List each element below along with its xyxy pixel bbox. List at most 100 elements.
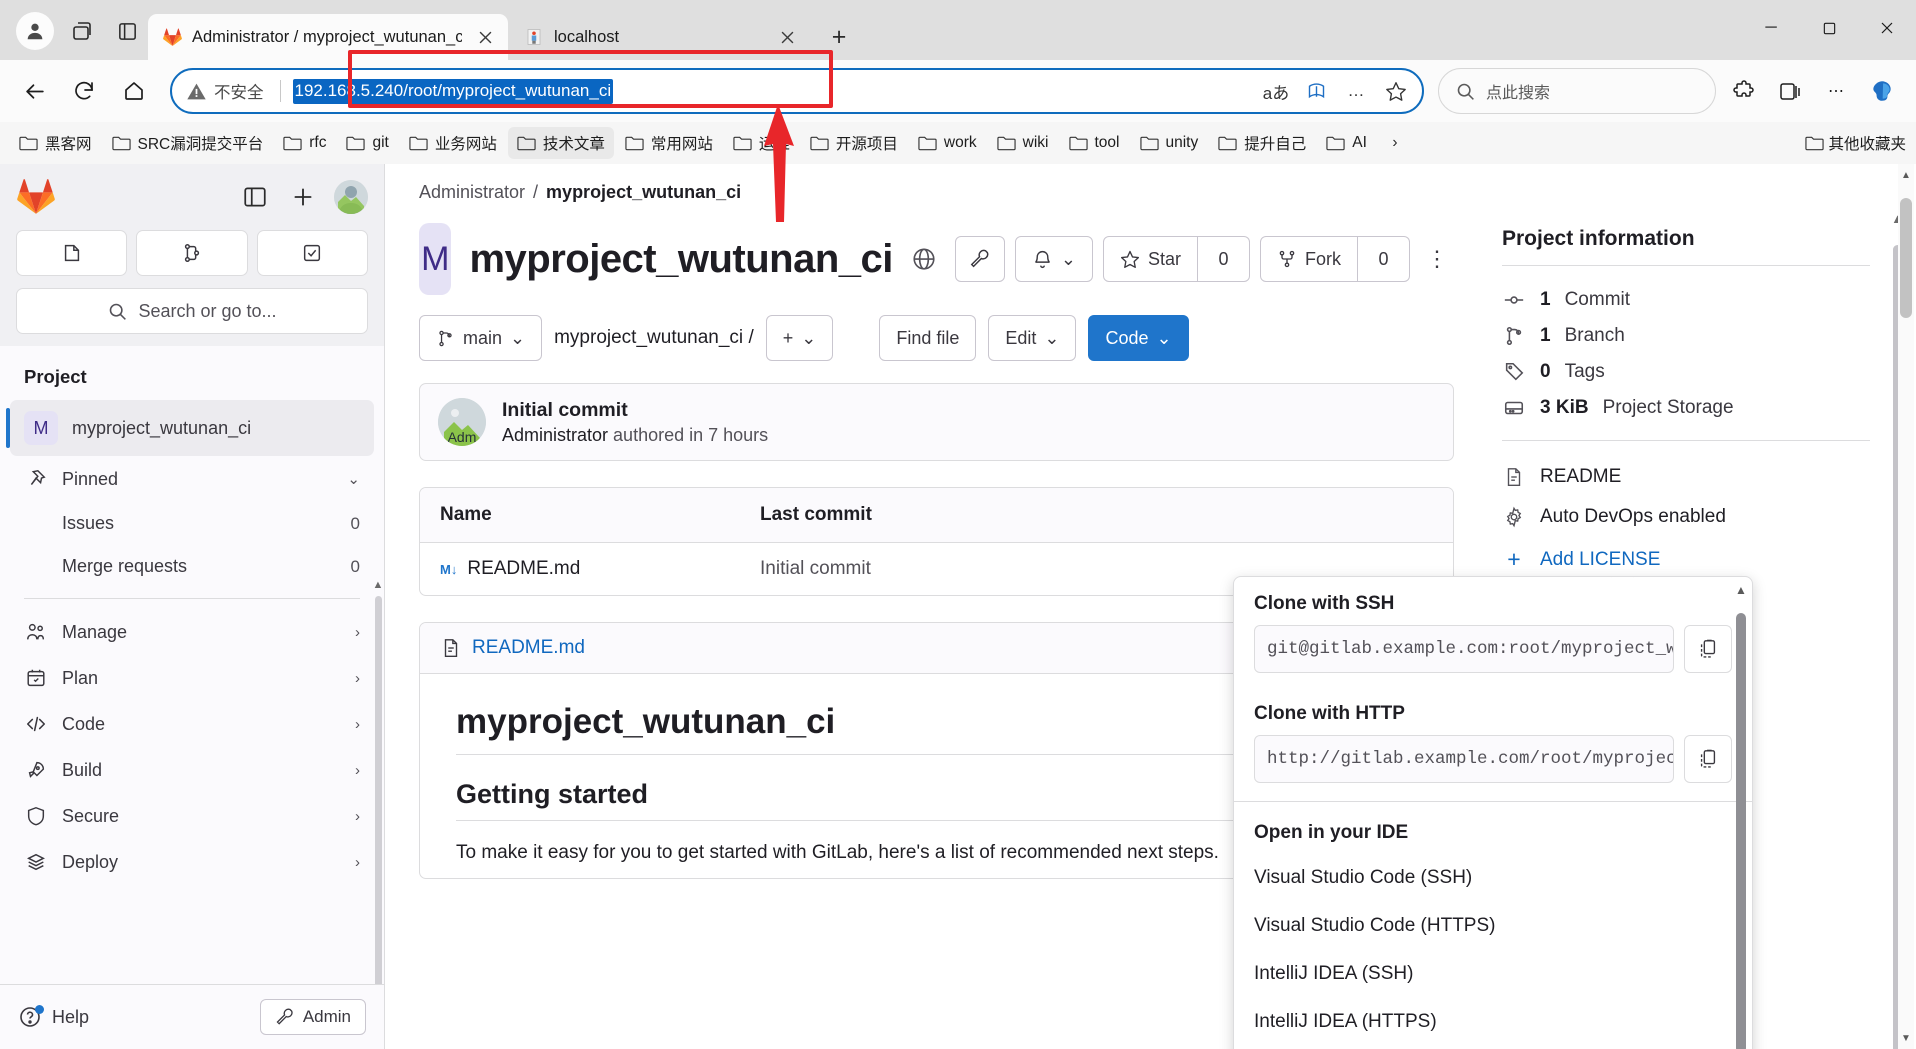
issues-quick-button[interactable]: [16, 230, 128, 276]
admin-button[interactable]: Admin: [259, 999, 366, 1035]
ide-item-intellij-https[interactable]: IntelliJ IDEA (HTTPS): [1234, 998, 1752, 1046]
sidebar-item-merge-requests[interactable]: Merge requests 0: [10, 545, 374, 588]
sidebar-scrollbar-thumb[interactable]: [375, 596, 382, 984]
search-bar[interactable]: 点此搜索: [1438, 68, 1716, 114]
bookmark-item[interactable]: work: [909, 129, 986, 157]
bookmark-item[interactable]: 业务网站: [400, 127, 506, 159]
copy-http-url-button[interactable]: [1684, 735, 1732, 783]
sidebar-item-pinned[interactable]: Pinned ⌄: [10, 456, 374, 502]
bookmark-item[interactable]: 开源项目: [801, 127, 907, 159]
security-indicator[interactable]: 不安全: [186, 79, 274, 103]
stat-tags[interactable]: 0 Tags: [1502, 354, 1870, 390]
code-menu-scrollbar-thumb[interactable]: [1736, 613, 1746, 1049]
sidebar-item-manage[interactable]: Manage ›: [10, 609, 374, 655]
create-new-plus-icon[interactable]: [286, 180, 320, 214]
fork-count[interactable]: 0: [1358, 236, 1410, 282]
immersive-reader-icon[interactable]: [1298, 73, 1334, 109]
link-auto-devops[interactable]: Auto DevOps enabled: [1502, 497, 1870, 537]
reload-button[interactable]: [62, 69, 106, 113]
bookmark-item[interactable]: 技术文章: [507, 127, 614, 159]
minimize-button[interactable]: ─: [1742, 0, 1800, 56]
bookmark-item[interactable]: 提升自己: [1209, 127, 1315, 159]
tab-actions-icon[interactable]: [112, 16, 142, 46]
user-avatar[interactable]: [334, 180, 368, 214]
read-aloud-icon[interactable]: aあ: [1258, 73, 1294, 109]
breadcrumb-owner[interactable]: Administrator: [419, 182, 525, 203]
merge-requests-quick-button[interactable]: [136, 230, 248, 276]
project-more-actions-icon[interactable]: ⋮: [1420, 236, 1454, 282]
address-bar[interactable]: 不安全 192.168.5.240/root/myproject_wutunan…: [170, 68, 1424, 114]
extensions-puzzle-icon[interactable]: [1722, 69, 1766, 113]
sidebar-item-project[interactable]: M myproject_wutunan_ci: [6, 400, 374, 456]
commit-author[interactable]: Administrator: [502, 425, 608, 445]
ide-item-vscode-ssh[interactable]: Visual Studio Code (SSH): [1234, 854, 1752, 902]
workspaces-icon[interactable]: [68, 16, 98, 46]
favorite-star-icon[interactable]: [1378, 73, 1414, 109]
clone-ssh-input[interactable]: git@gitlab.example.com:root/myproject_wu…: [1254, 625, 1674, 673]
code-menu-scroll-up-arrow[interactable]: ▲: [1734, 583, 1748, 597]
stat-commits[interactable]: 1 Commit: [1502, 282, 1870, 318]
ide-item-vscode-https[interactable]: Visual Studio Code (HTTPS): [1234, 902, 1752, 950]
profile-avatar-icon[interactable]: [16, 12, 54, 50]
bookmark-item[interactable]: 运维: [724, 127, 799, 159]
sidebar-toggle-icon[interactable]: [238, 180, 272, 214]
sidebar-scroll-up-arrow[interactable]: ▲: [372, 578, 384, 592]
page-scrollbar-thumb[interactable]: [1900, 198, 1912, 318]
star-button[interactable]: Star: [1102, 236, 1198, 282]
sidebar-item-build[interactable]: Build ›: [10, 747, 374, 793]
branch-selector[interactable]: main ⌄: [419, 315, 543, 361]
project-settings-button[interactable]: [954, 236, 1005, 282]
ide-item-intellij-ssh[interactable]: IntelliJ IDEA (SSH): [1234, 950, 1752, 998]
page-scroll-up-arrow[interactable]: ▲: [1898, 166, 1914, 184]
bookmarks-overflow-icon[interactable]: ›: [1380, 128, 1410, 158]
edit-button[interactable]: Edit ⌄: [988, 315, 1077, 361]
add-to-repo-button[interactable]: + ⌄: [765, 315, 834, 361]
tab-close-icon[interactable]: [774, 24, 800, 50]
code-menu-scrollbar[interactable]: [1736, 587, 1746, 1049]
sidebar-item-deploy[interactable]: Deploy ›: [10, 839, 374, 885]
omnibox-more-icon[interactable]: …: [1338, 73, 1374, 109]
copy-ssh-url-button[interactable]: [1684, 625, 1732, 673]
bookmark-item[interactable]: SRC漏洞提交平台: [103, 127, 273, 159]
close-button[interactable]: [1858, 0, 1916, 56]
fork-button[interactable]: Fork: [1260, 236, 1358, 282]
back-button[interactable]: [12, 69, 56, 113]
tab-close-icon[interactable]: [472, 24, 498, 50]
sidebar-item-issues[interactable]: Issues 0: [10, 502, 374, 545]
stat-branches[interactable]: 1 Branch: [1502, 318, 1870, 354]
stat-storage[interactable]: 3 KiB Project Storage: [1502, 390, 1870, 426]
notifications-button[interactable]: ⌄: [1014, 236, 1093, 282]
sidebar-item-secure[interactable]: Secure ›: [10, 793, 374, 839]
bookmark-item[interactable]: unity: [1131, 129, 1208, 157]
bookmark-item[interactable]: 黑客网: [10, 127, 101, 159]
repo-path-name[interactable]: myproject_wutunan_ci: [554, 327, 743, 348]
browser-tab-active[interactable]: Administrator / myproject_wutunan_ci: [148, 14, 508, 60]
find-file-button[interactable]: Find file: [879, 315, 977, 361]
link-readme[interactable]: README: [1502, 457, 1870, 497]
gitlab-logo-icon[interactable]: [16, 178, 56, 216]
browser-settings-more-icon[interactable]: ⋯: [1814, 69, 1858, 113]
sidebar-search-input[interactable]: Search or go to...: [16, 288, 368, 334]
other-bookmarks[interactable]: 其他收藏夹: [1805, 132, 1906, 154]
bookmark-item[interactable]: wiki: [988, 129, 1058, 157]
todos-quick-button[interactable]: [256, 230, 368, 276]
bookmark-item[interactable]: tool: [1060, 129, 1129, 157]
page-scroll-down-arrow[interactable]: ▼: [1898, 1029, 1914, 1047]
star-count[interactable]: 0: [1198, 236, 1250, 282]
bookmark-item[interactable]: 常用网站: [616, 127, 722, 159]
page-scrollbar[interactable]: ▲ ▼: [1898, 164, 1914, 1049]
help-button[interactable]: Help: [18, 1005, 89, 1029]
sidebar-item-code[interactable]: Code ›: [10, 701, 374, 747]
maximize-button[interactable]: [1800, 0, 1858, 56]
commit-title[interactable]: Initial commit: [502, 399, 768, 422]
collections-icon[interactable]: [1768, 69, 1812, 113]
bookmark-item[interactable]: rfc: [274, 129, 335, 157]
code-button[interactable]: Code ⌄: [1088, 315, 1189, 361]
bookmark-item[interactable]: git: [337, 129, 397, 157]
bookmark-item[interactable]: AI: [1317, 129, 1376, 157]
new-tab-button[interactable]: +: [820, 18, 858, 56]
breadcrumb-project[interactable]: myproject_wutunan_ci: [546, 182, 741, 203]
browser-tab-localhost[interactable]: localhost: [510, 14, 810, 60]
file-name-cell[interactable]: M↓ README.md: [440, 558, 760, 580]
clone-http-input[interactable]: http://gitlab.example.com/root/myproject…: [1254, 735, 1674, 783]
